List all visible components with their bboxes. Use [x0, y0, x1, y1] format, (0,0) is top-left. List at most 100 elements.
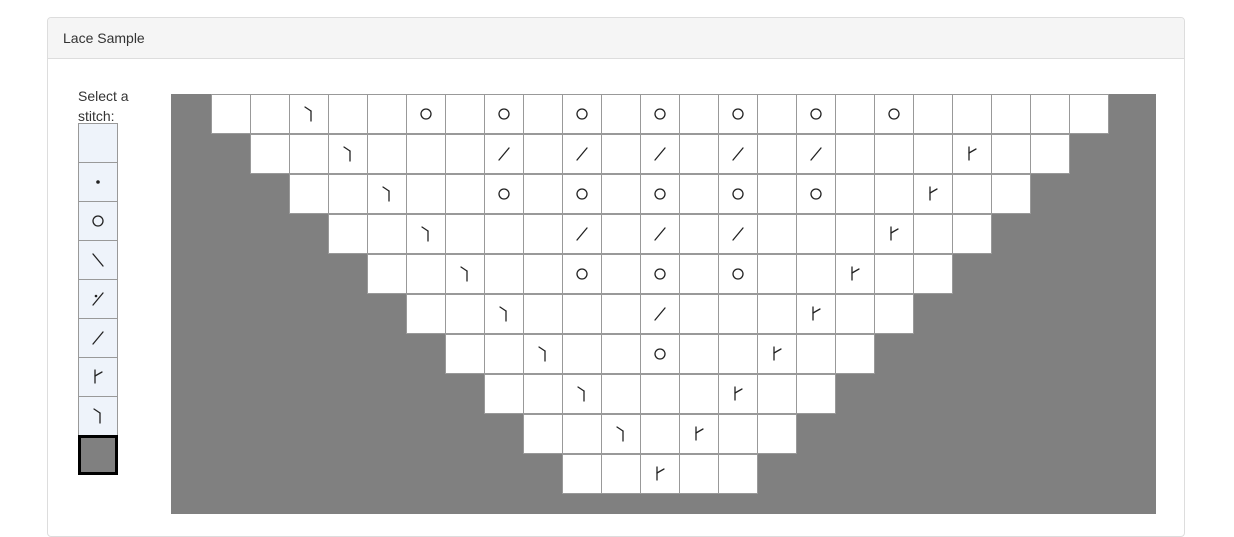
chart-cell-knit[interactable]	[367, 134, 407, 174]
chart-cell-knit[interactable]	[445, 214, 485, 254]
chart-cell-knit[interactable]	[601, 334, 641, 374]
chart-cell-k2tog[interactable]	[796, 134, 836, 174]
chart-cell-right-decrease[interactable]	[640, 454, 680, 494]
chart-cell-knit[interactable]	[601, 174, 641, 214]
chart-cell-knit[interactable]	[874, 294, 914, 334]
chart-cell-knit[interactable]	[328, 214, 368, 254]
chart-cell-knit[interactable]	[601, 254, 641, 294]
chart-cell-yarn-over[interactable]	[406, 94, 446, 134]
chart-cell-knit[interactable]	[913, 94, 953, 134]
chart-cell-left-decrease[interactable]	[406, 214, 446, 254]
chart-cell-right-decrease[interactable]	[913, 174, 953, 214]
chart-cell-knit[interactable]	[1030, 94, 1070, 134]
chart-cell-knit[interactable]	[445, 134, 485, 174]
chart-cell-left-decrease[interactable]	[523, 334, 563, 374]
chart-cell-right-decrease[interactable]	[874, 214, 914, 254]
chart-cell-knit[interactable]	[523, 254, 563, 294]
chart-cell-yarn-over[interactable]	[562, 94, 602, 134]
chart-cell-k2tog[interactable]	[562, 134, 602, 174]
chart-cell-knit[interactable]	[406, 254, 446, 294]
chart-cell-yarn-over[interactable]	[640, 174, 680, 214]
chart-cell-knit[interactable]	[484, 214, 524, 254]
chart-cell-knit[interactable]	[1030, 134, 1070, 174]
chart-cell-yarn-over[interactable]	[874, 94, 914, 134]
chart-cell-knit[interactable]	[952, 94, 992, 134]
stitch-option-double-decrease[interactable]	[78, 279, 118, 319]
chart-cell-knit[interactable]	[601, 294, 641, 334]
chart-cell-knit[interactable]	[250, 94, 290, 134]
chart-cell-yarn-over[interactable]	[484, 174, 524, 214]
chart-cell-knit[interactable]	[523, 294, 563, 334]
chart-cell-k2tog[interactable]	[484, 134, 524, 174]
chart-cell-knit[interactable]	[835, 134, 875, 174]
chart-cell-yarn-over[interactable]	[796, 94, 836, 134]
chart-cell-knit[interactable]	[445, 94, 485, 134]
chart-cell-knit[interactable]	[211, 94, 251, 134]
chart-cell-knit[interactable]	[679, 134, 719, 174]
chart-cell-knit[interactable]	[757, 374, 797, 414]
chart-cell-yarn-over[interactable]	[640, 94, 680, 134]
chart-cell-knit[interactable]	[679, 334, 719, 374]
chart-cell-knit[interactable]	[679, 254, 719, 294]
chart-cell-knit[interactable]	[523, 414, 563, 454]
chart-cell-yarn-over[interactable]	[562, 174, 602, 214]
stitch-option-k2tog[interactable]	[78, 318, 118, 358]
chart-cell-knit[interactable]	[796, 334, 836, 374]
chart-cell-knit[interactable]	[601, 134, 641, 174]
chart-cell-yarn-over[interactable]	[640, 334, 680, 374]
chart-cell-knit[interactable]	[601, 454, 641, 494]
chart-cell-left-decrease[interactable]	[289, 94, 329, 134]
chart-cell-yarn-over[interactable]	[718, 254, 758, 294]
chart-cell-right-decrease[interactable]	[835, 254, 875, 294]
chart-cell-yarn-over[interactable]	[562, 254, 602, 294]
chart-cell-knit[interactable]	[718, 294, 758, 334]
chart-cell-yarn-over[interactable]	[796, 174, 836, 214]
chart-cell-knit[interactable]	[835, 214, 875, 254]
chart-cell-knit[interactable]	[718, 454, 758, 494]
chart-cell-knit[interactable]	[757, 174, 797, 214]
chart-cell-knit[interactable]	[874, 254, 914, 294]
chart-cell-knit[interactable]	[445, 294, 485, 334]
stitch-option-ssk[interactable]	[78, 240, 118, 280]
chart-cell-knit[interactable]	[445, 174, 485, 214]
chart-cell-knit[interactable]	[913, 134, 953, 174]
stitch-option-no-stitch[interactable]	[78, 435, 118, 475]
chart-cell-knit[interactable]	[874, 174, 914, 214]
chart-cell-knit[interactable]	[484, 334, 524, 374]
chart-cell-knit[interactable]	[679, 454, 719, 494]
chart-cell-knit[interactable]	[523, 94, 563, 134]
chart-cell-knit[interactable]	[328, 94, 368, 134]
chart-cell-knit[interactable]	[367, 254, 407, 294]
chart-cell-right-decrease[interactable]	[757, 334, 797, 374]
chart-cell-knit[interactable]	[718, 414, 758, 454]
chart-cell-knit[interactable]	[601, 374, 641, 414]
chart-cell-knit[interactable]	[757, 214, 797, 254]
chart-cell-knit[interactable]	[367, 94, 407, 134]
chart-cell-knit[interactable]	[1069, 94, 1109, 134]
chart-cell-knit[interactable]	[289, 134, 329, 174]
chart-cell-knit[interactable]	[289, 174, 329, 214]
chart-cell-knit[interactable]	[406, 294, 446, 334]
chart-cell-knit[interactable]	[835, 334, 875, 374]
chart-cell-knit[interactable]	[952, 214, 992, 254]
chart-cell-knit[interactable]	[952, 174, 992, 214]
chart-cell-knit[interactable]	[913, 254, 953, 294]
chart-cell-left-decrease[interactable]	[328, 134, 368, 174]
chart-cell-knit[interactable]	[835, 94, 875, 134]
chart-cell-knit[interactable]	[757, 414, 797, 454]
chart-cell-left-decrease[interactable]	[601, 414, 641, 454]
chart-cell-right-decrease[interactable]	[952, 134, 992, 174]
chart-cell-k2tog[interactable]	[640, 294, 680, 334]
chart-cell-knit[interactable]	[562, 414, 602, 454]
chart-cell-knit[interactable]	[796, 374, 836, 414]
stitch-option-purl[interactable]	[78, 162, 118, 202]
chart-cell-knit[interactable]	[601, 214, 641, 254]
chart-cell-left-decrease[interactable]	[562, 374, 602, 414]
stitch-option-right-decrease[interactable]	[78, 357, 118, 397]
chart-cell-knit[interactable]	[991, 174, 1031, 214]
chart-cell-knit[interactable]	[640, 374, 680, 414]
chart-cell-right-decrease[interactable]	[679, 414, 719, 454]
chart-cell-knit[interactable]	[250, 134, 290, 174]
chart-cell-left-decrease[interactable]	[445, 254, 485, 294]
chart-cell-knit[interactable]	[718, 334, 758, 374]
